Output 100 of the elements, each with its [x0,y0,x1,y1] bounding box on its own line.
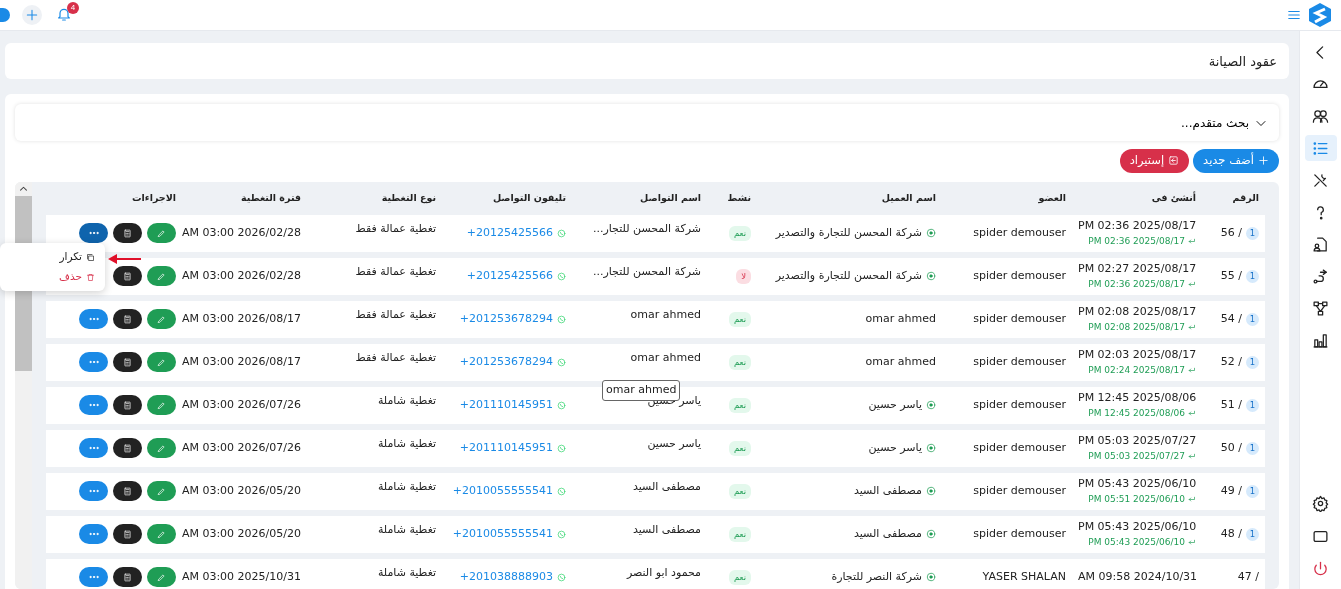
member-name: spider demouser [973,526,1066,540]
coverage-type: تغطية عمالة فقط [355,307,436,321]
edit-button[interactable] [147,567,176,588]
created-date: PM 05:43 2025/06/10 [1078,519,1196,536]
column-header: نشط [726,190,752,205]
client-name: omar ahmed [865,353,936,370]
trash-icon [86,272,95,282]
active-status-badge: نعم [728,483,751,499]
phone-link[interactable]: +2010055555541 [452,482,553,500]
more-button[interactable] [79,223,108,244]
count-badge: 1 [1246,484,1259,498]
updated-date: PM 02:36 2025/08/17 [1088,277,1185,291]
phone-link[interactable]: +201038888903 [459,568,553,586]
hierarchy-icon [1312,299,1329,317]
calculator-button[interactable] [113,481,142,502]
advanced-search-toggle[interactable]: بحث متقدم... [15,104,1279,142]
count-badge: 1 [1246,226,1259,240]
updated-date: PM 05:43 2025/06/10 [1088,535,1185,549]
coverage-type: تغطية شاملة [377,479,436,493]
import-button[interactable]: إستيراد [1119,149,1190,173]
phone-link[interactable]: +20125425566 [466,267,553,285]
pen-icon [157,228,166,238]
settings-icon [1312,494,1329,512]
member-name: YASER SHALAN [982,569,1066,583]
edit-button[interactable] [147,438,176,459]
menu-item[interactable]: تكرار [59,247,95,267]
whatsapp-icon [557,443,566,453]
calculator-button[interactable] [113,438,142,459]
calculator-button[interactable] [113,309,142,330]
coverage-period: AM 03:00 2026/05/20 [181,483,301,497]
notification-count: 4 [67,2,79,15]
phone-link[interactable]: +201253678294 [459,353,553,371]
contact-name: شركة المحسن للتجار... [592,264,701,278]
coverage-type: تغطية عمالة فقط [355,221,436,235]
calculator-icon [123,228,132,238]
calculator-button[interactable] [113,395,142,416]
more-button[interactable] [79,567,108,588]
edit-button[interactable] [147,352,176,373]
active-status-badge: نعم [728,397,751,413]
add-new-button[interactable]: أضف جديد [1193,149,1279,173]
updated-date: PM 05:03 2025/07/27 [1088,449,1185,463]
avatar-icon[interactable] [0,8,10,23]
edit-button[interactable] [147,481,176,502]
route-icon [1312,267,1329,285]
phone-link[interactable]: +2010055555541 [452,525,553,543]
member-name: spider demouser [973,225,1066,239]
more-button[interactable] [79,352,108,373]
calculator-button[interactable] [113,352,142,373]
calculator-button[interactable] [113,567,142,588]
active-status-badge: نعم [728,526,751,542]
whatsapp-icon [557,572,566,582]
return-arrow-icon [1187,365,1196,375]
client-name: مصطفى السيد [854,525,922,542]
return-arrow-icon [1187,279,1196,289]
edit-button[interactable] [147,223,176,244]
coverage-period: AM 03:00 2026/08/17 [181,311,301,325]
count-badge: 1 [1246,355,1259,369]
more-button[interactable] [79,309,108,330]
updated-date: PM 05:51 2025/06/10 [1088,492,1185,506]
notification-icon[interactable] [56,6,72,23]
active-status-badge: لا [736,268,751,284]
edit-button[interactable] [147,266,176,287]
return-arrow-icon [1187,322,1196,332]
return-arrow-icon [1187,537,1196,547]
active-status-badge: نعم [728,569,751,585]
row-number: 48 / [1220,525,1242,542]
more-button[interactable] [79,524,108,545]
coverage-period: AM 03:00 2026/07/26 [181,397,301,411]
whatsapp-icon [557,271,566,281]
more-button[interactable] [79,438,108,459]
more-button[interactable] [79,395,108,416]
phone-link[interactable]: +201253678294 [459,310,553,328]
logo-icon[interactable] [1309,3,1331,28]
updated-date: PM 12:45 2025/08/06 [1088,406,1185,420]
edit-button[interactable] [147,524,176,545]
file-user-icon [1312,235,1329,253]
calculator-button[interactable] [113,223,142,244]
more-button[interactable] [79,481,108,502]
calculator-button[interactable] [113,524,142,545]
pen-icon [157,443,166,453]
phone-link[interactable]: +201110145951 [459,439,553,457]
client-name: مصطفى السيد [854,482,922,499]
tooltip: omar ahmed [602,380,681,401]
edit-button[interactable] [147,309,176,330]
add-button[interactable] [22,5,42,26]
plus-icon [25,8,39,23]
pen-icon [157,529,166,539]
coverage-type: تغطية شاملة [377,565,436,579]
calculator-button[interactable] [113,266,142,287]
edit-button[interactable] [147,395,176,416]
phone-link[interactable]: +20125425566 [466,224,553,242]
member-name: spider demouser [973,440,1066,454]
menu-item[interactable]: حذف [59,267,95,287]
column-header: نوع التغطية [380,190,437,206]
client-name: شركة النصر للتجارة [831,568,922,585]
phone-link[interactable]: +201110145951 [459,396,553,414]
client-name: ياسر حسين [868,396,922,413]
pen-icon [157,314,166,324]
coverage-type: تغطية شاملة [377,393,436,407]
active-status-badge: نعم [728,311,751,327]
